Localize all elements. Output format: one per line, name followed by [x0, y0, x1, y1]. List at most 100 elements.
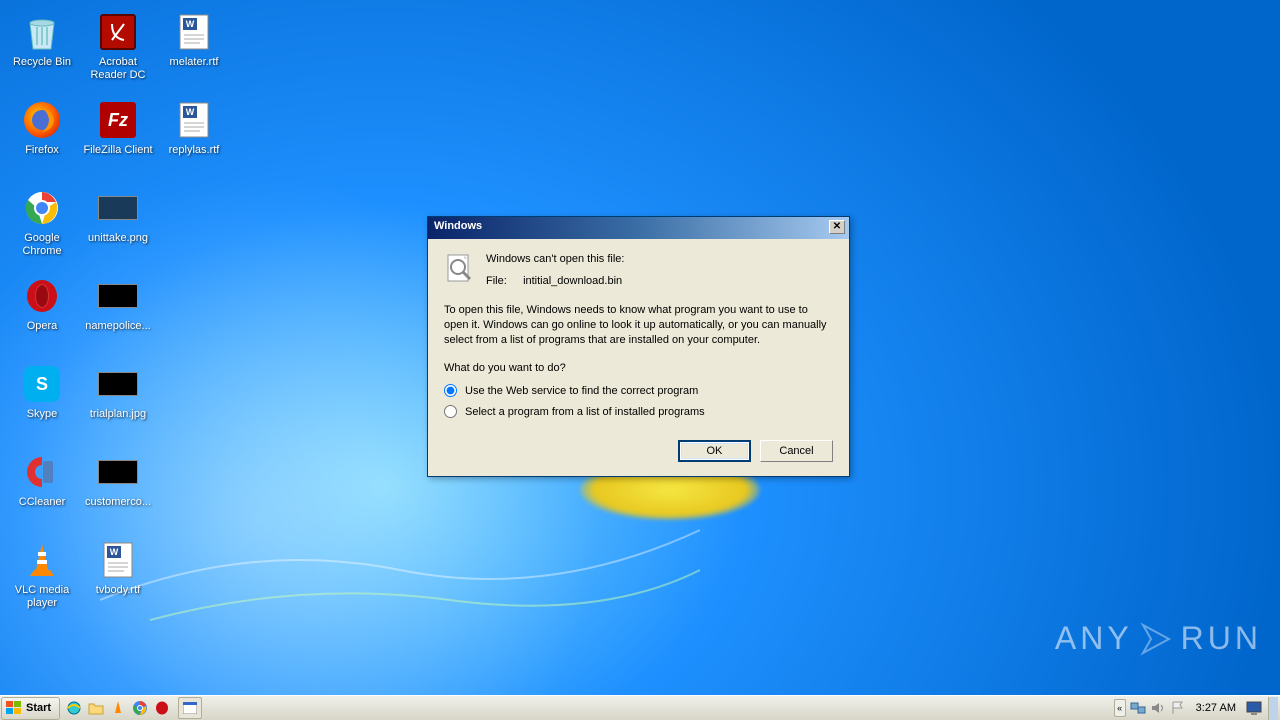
desktop-icon-trialplan[interactable]: trialplan.jpg — [80, 360, 156, 440]
icon-label: CCleaner — [19, 496, 65, 509]
file-search-icon — [444, 253, 476, 285]
icon-label: replylas.rtf — [169, 144, 220, 157]
desktop-icon-firefox[interactable]: Firefox — [4, 96, 80, 176]
icon-label: Firefox — [25, 144, 59, 157]
tray-flag-icon[interactable] — [1170, 700, 1186, 716]
desktop-icon-melater[interactable]: W melater.rtf — [156, 8, 232, 88]
acrobat-icon — [100, 14, 136, 50]
ql-opera[interactable] — [152, 698, 172, 718]
desktop-icons: Recycle Bin Firefox Google Chrome Opera … — [4, 4, 232, 620]
opera-small-icon — [155, 701, 169, 715]
icon-label: unittake.png — [88, 232, 148, 245]
watermark: ANY RUN — [1055, 620, 1262, 657]
rtf-file-icon: W — [178, 13, 210, 51]
tray-expand[interactable]: « — [1114, 699, 1126, 717]
radio-list-label: Select a program from a list of installe… — [465, 406, 705, 418]
desktop-icon-customerco[interactable]: customerco... — [80, 448, 156, 528]
image-thumb-icon — [98, 460, 138, 484]
ie-icon — [66, 700, 82, 716]
desktop-icon-vlc[interactable]: VLC media player — [4, 536, 80, 616]
desktop-icon-acrobat[interactable]: Acrobat Reader DC — [80, 8, 156, 88]
icon-label: namepolice... — [85, 320, 150, 333]
desktop-icon-namepolice[interactable]: namepolice... — [80, 272, 156, 352]
dialog-body: Windows can't open this file: File: inti… — [428, 239, 849, 476]
skype-icon: S — [24, 366, 60, 402]
desktop-icon-opera[interactable]: Opera — [4, 272, 80, 352]
svg-text:W: W — [186, 107, 195, 117]
file-label: File: — [486, 275, 520, 287]
taskbar: Start « 3:27 AM — [0, 695, 1280, 720]
windows-flag-icon — [6, 701, 22, 715]
tray-monitor-icon[interactable] — [1246, 700, 1262, 716]
icon-label: Google Chrome — [6, 232, 78, 258]
dialog-question: What do you want to do? — [444, 362, 833, 374]
dialog-title-text: Windows — [434, 220, 482, 232]
quick-launch — [64, 698, 172, 718]
watermark-right: RUN — [1181, 620, 1262, 657]
cancel-button[interactable]: Cancel — [760, 440, 833, 462]
desktop-icon-recycle-bin[interactable]: Recycle Bin — [4, 8, 80, 88]
icon-label: customerco... — [85, 496, 151, 509]
icon-label: FileZilla Client — [83, 144, 152, 157]
watermark-left: ANY — [1055, 620, 1133, 657]
vlc-small-icon — [111, 700, 125, 716]
radio-web-label: Use the Web service to find the correct … — [465, 385, 698, 397]
image-thumb-icon — [98, 284, 138, 308]
rtf-file-icon: W — [102, 541, 134, 579]
taskbar-task-dialog[interactable] — [178, 697, 202, 719]
play-icon — [1139, 621, 1175, 657]
desktop-icon-skype[interactable]: S Skype — [4, 360, 80, 440]
close-button[interactable]: ✕ — [829, 220, 845, 234]
folder-icon — [88, 701, 104, 715]
start-button[interactable]: Start — [1, 697, 60, 720]
desktop-icon-filezilla[interactable]: Fz FileZilla Client — [80, 96, 156, 176]
window-icon — [183, 702, 197, 714]
ok-button[interactable]: OK — [678, 440, 751, 462]
image-thumb-icon — [98, 196, 138, 220]
filezilla-icon: Fz — [100, 102, 136, 138]
radio-list-input[interactable] — [444, 405, 457, 418]
ql-ie[interactable] — [64, 698, 84, 718]
svg-text:W: W — [110, 547, 119, 557]
desktop-icon-replylas[interactable]: W replylas.rtf — [156, 96, 232, 176]
dialog-heading: Windows can't open this file: — [486, 253, 833, 265]
ql-chrome[interactable] — [130, 698, 150, 718]
icon-label: Opera — [27, 320, 58, 333]
dialog-titlebar[interactable]: Windows ✕ — [428, 217, 849, 239]
system-tray: « 3:27 AM — [1114, 696, 1280, 720]
show-desktop-button[interactable] — [1268, 697, 1278, 720]
desktop-icon-unittake[interactable]: unittake.png — [80, 184, 156, 264]
tray-network-icon[interactable] — [1130, 700, 1146, 716]
icon-label: trialplan.jpg — [90, 408, 146, 421]
tray-clock[interactable]: 3:27 AM — [1190, 702, 1242, 714]
desktop-icon-chrome[interactable]: Google Chrome — [4, 184, 80, 264]
icon-label: VLC media player — [6, 584, 78, 610]
vlc-icon — [26, 542, 58, 578]
svg-text:W: W — [186, 19, 195, 29]
radio-option-web[interactable]: Use the Web service to find the correct … — [444, 384, 833, 397]
desktop[interactable]: Recycle Bin Firefox Google Chrome Opera … — [0, 0, 1280, 695]
file-name: intitial_download.bin — [523, 275, 622, 287]
icon-label: melater.rtf — [170, 56, 219, 69]
start-label: Start — [26, 702, 51, 714]
tray-volume-icon[interactable] — [1150, 700, 1166, 716]
ql-explorer[interactable] — [86, 698, 106, 718]
desktop-icon-ccleaner[interactable]: CCleaner — [4, 448, 80, 528]
icon-label: Recycle Bin — [13, 56, 71, 69]
radio-option-list[interactable]: Select a program from a list of installe… — [444, 405, 833, 418]
ccleaner-icon — [25, 455, 59, 489]
image-thumb-icon — [98, 372, 138, 396]
rtf-file-icon: W — [178, 101, 210, 139]
opera-icon — [25, 279, 59, 313]
radio-web-input[interactable] — [444, 384, 457, 397]
recycle-bin-icon — [24, 13, 60, 51]
desktop-icon-tvbody[interactable]: W tvbody.rtf — [80, 536, 156, 616]
icon-label: tvbody.rtf — [96, 584, 140, 597]
ql-vlc[interactable] — [108, 698, 128, 718]
chrome-small-icon — [132, 700, 148, 716]
open-with-dialog: Windows ✕ Windows can't open this file: … — [427, 216, 850, 477]
icon-label: Acrobat Reader DC — [82, 56, 154, 82]
icon-label: Skype — [27, 408, 58, 421]
chrome-icon — [24, 190, 60, 226]
firefox-icon — [24, 102, 60, 138]
